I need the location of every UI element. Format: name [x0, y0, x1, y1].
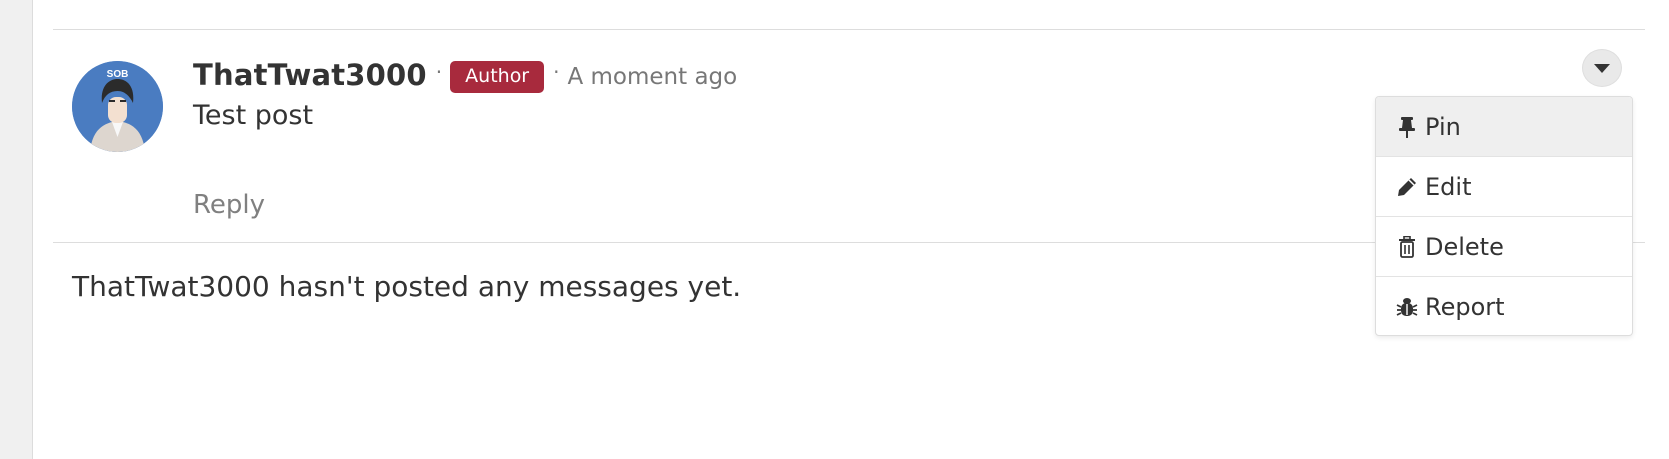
- menu-item-report[interactable]: Report: [1376, 277, 1632, 335]
- menu-item-label: Pin: [1425, 112, 1461, 141]
- post-options-button[interactable]: [1582, 49, 1622, 87]
- username[interactable]: ThatTwat3000: [193, 58, 427, 92]
- menu-item-label: Delete: [1425, 232, 1504, 261]
- reply-button[interactable]: Reply: [193, 190, 265, 220]
- post-header: ThatTwat3000 · Author · A moment ago: [193, 54, 737, 96]
- post-options-menu: Pin Edit Delete Report: [1375, 96, 1633, 336]
- pin-icon: [1396, 115, 1418, 139]
- bug-icon: [1396, 295, 1418, 319]
- avatar[interactable]: SOB: [72, 61, 163, 152]
- menu-item-label: Report: [1425, 293, 1505, 321]
- trash-icon: [1396, 235, 1418, 259]
- avatar-text: SOB: [107, 69, 129, 80]
- menu-item-pin[interactable]: Pin: [1376, 97, 1632, 157]
- separator-dot: ·: [553, 60, 560, 84]
- caret-down-icon: [1593, 59, 1611, 78]
- menu-item-edit[interactable]: Edit: [1376, 157, 1632, 217]
- empty-state-message: ThatTwat3000 hasn't posted any messages …: [72, 270, 742, 303]
- author-badge: Author: [450, 61, 545, 93]
- post-body: Test post: [193, 100, 314, 131]
- post-timestamp: A moment ago: [567, 63, 738, 90]
- separator-dot: ·: [435, 60, 443, 84]
- divider: [53, 29, 1645, 30]
- menu-item-label: Edit: [1425, 172, 1472, 201]
- pencil-icon: [1396, 175, 1418, 199]
- menu-item-delete[interactable]: Delete: [1376, 217, 1632, 277]
